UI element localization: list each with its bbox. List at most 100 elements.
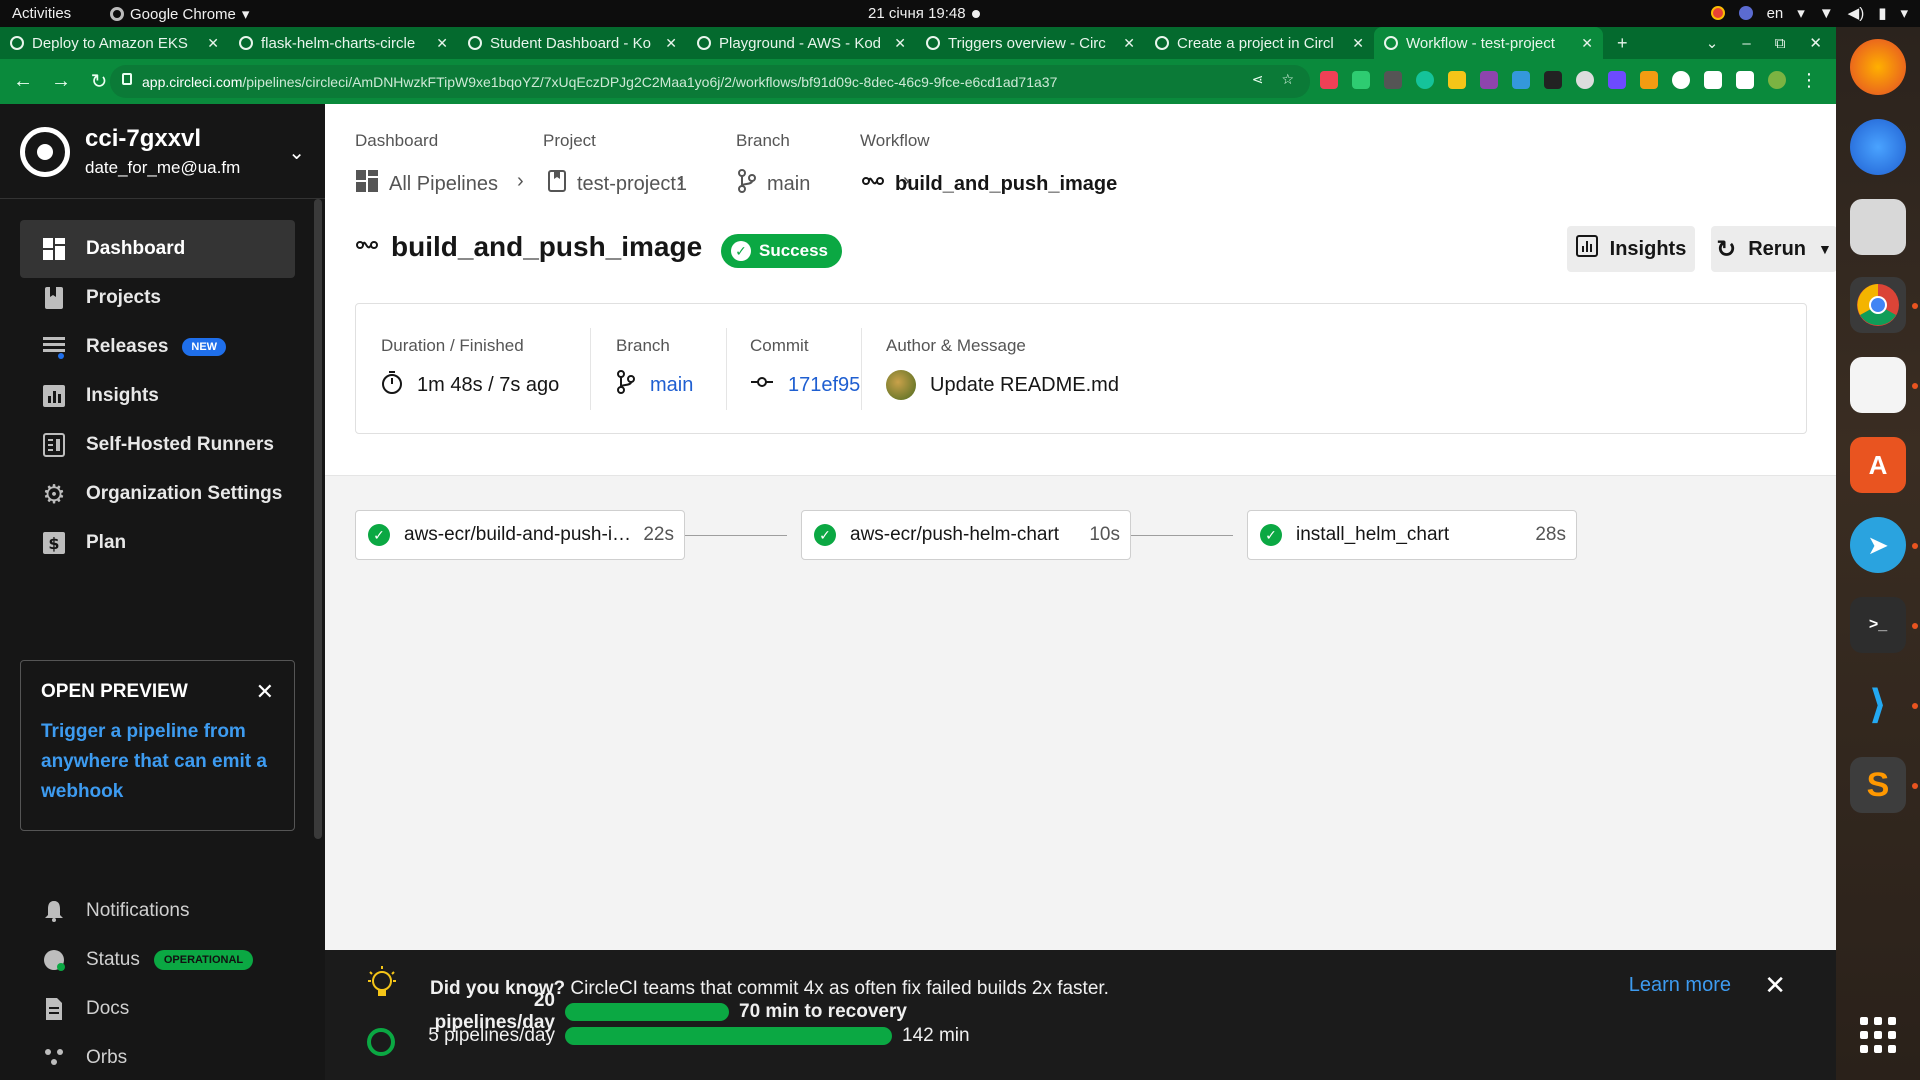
branch-link[interactable]: main: [616, 370, 693, 400]
restore-icon[interactable]: ⧉: [1775, 35, 1786, 52]
system-tray[interactable]: en ▾ ▼ ◀) ▮ ▾: [1710, 4, 1908, 22]
sidebar-item-label: Orbs: [86, 1047, 128, 1068]
side-panel-icon[interactable]: [1736, 71, 1754, 89]
tab-search-icon[interactable]: ⌄: [1706, 34, 1719, 52]
insights-button[interactable]: Insights: [1567, 226, 1695, 272]
extensions-puzzle-icon[interactable]: [1704, 71, 1722, 89]
close-tab-icon[interactable]: ✕: [1581, 35, 1593, 52]
browser-tab[interactable]: Deploy to Amazon EKS ✕: [0, 27, 229, 59]
lingvo-extension-icon[interactable]: [1608, 71, 1626, 89]
bookmark-star-icon[interactable]: ☆: [1281, 71, 1294, 88]
address-bar[interactable]: app.circleci.com/pipelines/circleci/AmDN…: [110, 65, 1310, 98]
browser-tab[interactable]: Student Dashboard - Ko ✕: [458, 27, 687, 59]
job-card[interactable]: ✓ aws-ecr/build-and-push-image 22s: [355, 510, 685, 560]
browser-tab-active[interactable]: Workflow - test-project ✕: [1374, 27, 1603, 59]
commit-label: Commit: [750, 336, 809, 355]
close-icon[interactable]: ✕: [1764, 970, 1786, 1001]
divider: [861, 328, 862, 410]
chrome-menu-icon[interactable]: ⋮: [1800, 71, 1818, 89]
dashboard-icon: [355, 169, 379, 199]
sidebar-item-plan[interactable]: $ Plan: [20, 514, 295, 572]
grammarly-extension-icon[interactable]: [1416, 71, 1434, 89]
rerun-button[interactable]: ↻ Rerun ▼: [1711, 226, 1837, 272]
minimize-icon[interactable]: –: [1742, 35, 1750, 52]
circleci-favicon-icon: [1384, 36, 1398, 50]
puzzle-color-extension-icon[interactable]: [1480, 71, 1498, 89]
ring-extension-icon[interactable]: [1672, 71, 1690, 89]
commit-link[interactable]: 171ef95: [750, 370, 860, 400]
success-check-icon: ✓: [814, 524, 836, 546]
chrome-dock-icon[interactable]: [1850, 277, 1906, 333]
browser-tab[interactable]: flask-helm-charts-circle ✕: [229, 27, 458, 59]
back-icon[interactable]: ←: [8, 70, 38, 93]
runner-icon: [42, 433, 66, 457]
show-apps-icon[interactable]: [1860, 1017, 1896, 1053]
breadcrumb-branch[interactable]: main: [737, 169, 810, 199]
language-indicator[interactable]: en: [1767, 5, 1784, 22]
did-you-know-banner: Did you know? CircleCI teams that commit…: [325, 950, 1836, 1080]
app-center-icon[interactable]: A: [1850, 437, 1906, 493]
job-card[interactable]: ✓ aws-ecr/push-helm-chart 10s: [801, 510, 1131, 560]
preview-link[interactable]: Trigger a pipeline from anywhere that ca…: [41, 717, 274, 807]
pocket-extension-icon[interactable]: [1320, 71, 1338, 89]
sidebar-item-orbs[interactable]: Orbs: [20, 1029, 295, 1080]
globe-extension-icon[interactable]: [1576, 71, 1594, 89]
close-tab-icon[interactable]: ✕: [1123, 35, 1135, 52]
browser-tab[interactable]: Playground - AWS - Kod ✕: [687, 27, 916, 59]
job-duration: 10s: [1089, 524, 1120, 545]
sidebar-item-label: Organization Settings: [86, 483, 283, 504]
close-window-icon[interactable]: ✕: [1809, 34, 1822, 52]
share-icon[interactable]: ⋖: [1252, 71, 1264, 88]
job-card[interactable]: ✓ install_helm_chart 28s: [1247, 510, 1577, 560]
close-icon[interactable]: ✕: [256, 679, 274, 705]
breadcrumb-all-pipelines[interactable]: All Pipelines: [355, 169, 498, 199]
bolt-extension-icon[interactable]: [1448, 71, 1466, 89]
browser-tab[interactable]: Triggers overview - Circ ✕: [916, 27, 1145, 59]
firefox-icon[interactable]: [1850, 39, 1906, 95]
clock[interactable]: 21 січня 19:48: [868, 5, 980, 22]
close-tab-icon[interactable]: ✕: [1352, 35, 1364, 52]
new-tab-icon[interactable]: +: [1617, 33, 1628, 54]
git-branch-icon: [616, 370, 636, 400]
sublime-text-icon[interactable]: S: [1850, 757, 1906, 813]
shield-extension-icon[interactable]: [1352, 71, 1370, 89]
files-icon[interactable]: [1850, 199, 1906, 255]
browser-tab[interactable]: Create a project in Circl ✕: [1145, 27, 1374, 59]
dark-extension-icon[interactable]: [1544, 71, 1562, 89]
telegram-icon[interactable]: ➤: [1850, 517, 1906, 573]
thunderbird-icon[interactable]: [1850, 119, 1906, 175]
translate-extension-icon[interactable]: [1640, 71, 1658, 89]
app-menu[interactable]: Google Chrome ▾: [110, 5, 249, 23]
workflow-icon: [355, 233, 379, 262]
close-tab-icon[interactable]: ✕: [665, 35, 677, 52]
document-viewer-icon[interactable]: [1850, 357, 1906, 413]
close-tab-icon[interactable]: ✕: [436, 35, 448, 52]
cycle-icon: [367, 1028, 395, 1056]
close-tab-icon[interactable]: ✕: [207, 35, 219, 52]
vscode-icon[interactable]: ⟩: [1850, 677, 1906, 733]
profile-avatar-icon[interactable]: [1768, 71, 1786, 89]
refresh-icon: ↻: [1716, 235, 1737, 263]
dots-extension-icon[interactable]: [1384, 71, 1402, 89]
dashboard-icon: [42, 237, 66, 261]
sidebar-item-label: Docs: [86, 998, 130, 1019]
org-switcher[interactable]: cci-7gxxvl date_for_me@ua.fm ⌄: [0, 104, 325, 199]
window-controls: ⌄ – ⧉ ✕: [1706, 27, 1822, 59]
circleci-logo-icon: [20, 127, 70, 177]
activities-button[interactable]: Activities: [12, 5, 71, 22]
tab-title: Playground - AWS - Kod: [719, 34, 882, 52]
breadcrumb-project[interactable]: test-project1: [547, 169, 687, 199]
gnome-top-bar: Activities Google Chrome ▾ 21 січня 19:4…: [0, 0, 1920, 27]
bookmark-icon: [42, 286, 66, 310]
check-icon: ✓: [731, 241, 751, 261]
extensions-bar: ⋮: [1320, 71, 1818, 89]
forward-icon[interactable]: →: [46, 70, 76, 93]
page-title: build_and_push_image: [355, 231, 702, 263]
avatar: [886, 370, 916, 400]
terminal-icon[interactable]: >_: [1850, 597, 1906, 653]
breadcrumb-text: All Pipelines: [389, 172, 498, 195]
tool-extension-icon[interactable]: [1512, 71, 1530, 89]
sidebar-scrollbar[interactable]: [314, 199, 322, 839]
learn-more-link[interactable]: Learn more: [1629, 974, 1731, 997]
close-tab-icon[interactable]: ✕: [894, 35, 906, 52]
